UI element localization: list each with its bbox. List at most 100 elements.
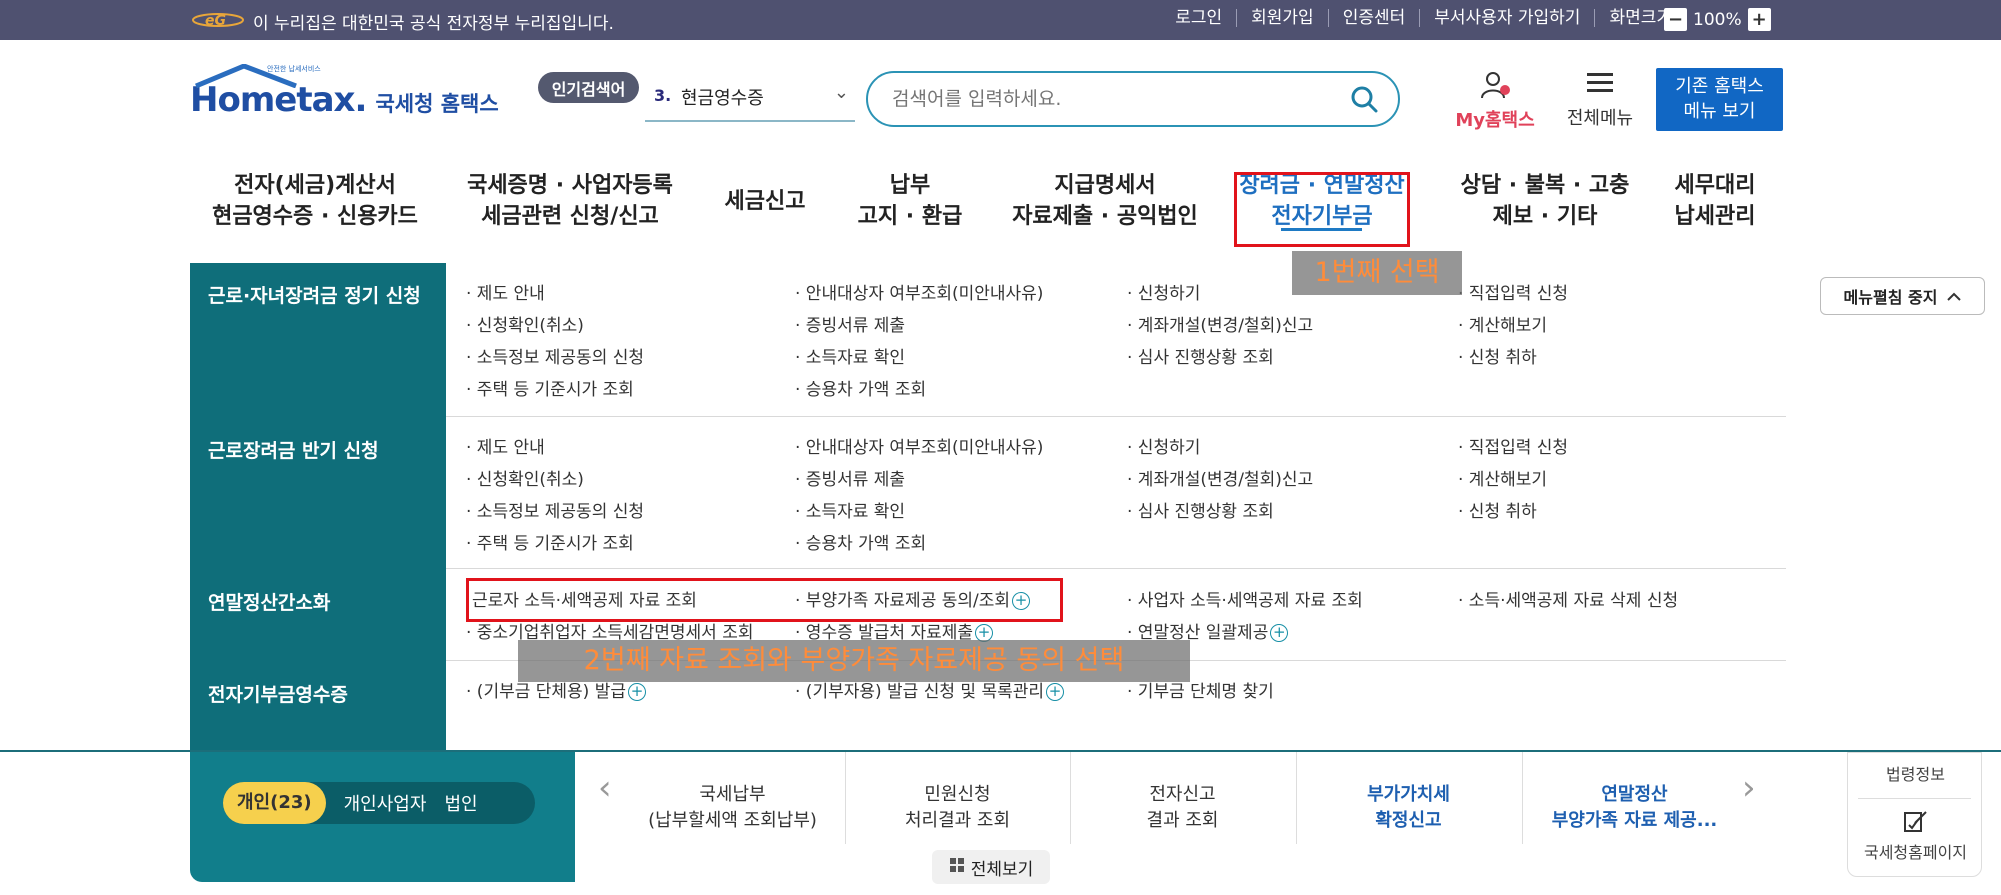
menu-item[interactable]: · 소득정보 제공동의 신청	[466, 343, 644, 368]
user-icon	[1478, 72, 1512, 104]
zoom-out-button[interactable]: −	[1664, 8, 1687, 31]
user-type-toggle: 개인(23) 개인사업자 법인	[223, 782, 535, 824]
grid-icon	[949, 857, 965, 878]
menu-item[interactable]: · 계산해보기	[1458, 311, 1547, 336]
menu-item[interactable]: · 주택 등 기준시가 조회	[466, 529, 634, 554]
menu-item[interactable]: · 소득자료 확인	[795, 343, 905, 368]
nav-agent[interactable]: 세무대리 납세관리	[1660, 170, 1770, 232]
menu-highlight-box	[466, 578, 1063, 622]
section-title: 전자기부금영수증	[208, 684, 348, 706]
mega-menu-sidebar	[190, 263, 446, 751]
section-title: 근로장려금 반기 신청	[208, 440, 379, 462]
nav-statement[interactable]: 지급명세서 자료제출 · 공익법인	[1005, 170, 1205, 232]
menu-item[interactable]: · 증빙서류 제출	[795, 465, 905, 490]
nav-tax-return[interactable]: 세금신고	[710, 186, 820, 217]
search-box	[866, 71, 1400, 127]
menu-item[interactable]: · 제도 안내	[466, 433, 545, 458]
nts-homepage-link[interactable]: 국세청홈페이지	[1848, 839, 1983, 863]
gov-notice: 이 누리집은 대한민국 공식 전자정부 누리집입니다.	[253, 14, 614, 34]
menu-item[interactable]: · 신청 취하	[1458, 497, 1537, 522]
chevron-down-icon: ⌄	[833, 82, 849, 103]
menu-item[interactable]: · 신청확인(취소)	[466, 465, 584, 490]
menu-item[interactable]: · 주택 등 기준시가 조회	[466, 375, 634, 400]
menu-item[interactable]: · 계좌개설(변경/철회)신고	[1127, 465, 1313, 490]
nav-payment[interactable]: 납부 고지 · 환급	[845, 170, 975, 232]
quick-link-yearend[interactable]: 연말정산 부양가족 자료 제공...	[1522, 782, 1747, 834]
legacy-menu-button[interactable]: 기존 홈택스 메뉴 보기	[1656, 68, 1783, 131]
annotation-step-2: 2번째 자료 조회와 부양가족 자료제공 동의 선택	[518, 640, 1190, 682]
menu-item[interactable]: · 신청확인(취소)	[466, 311, 584, 336]
menu-item[interactable]: · 안내대상자 여부조회(미안내사유)	[795, 279, 1043, 304]
eg-logo-icon: eG	[190, 10, 246, 35]
dept-user-signup-link[interactable]: 부서사용자 가입하기	[1419, 9, 1594, 27]
quick-link-payment[interactable]: 국세납부 (납부할세액 조회납부)	[620, 782, 845, 834]
legacy-line-2: 메뉴 보기	[1683, 101, 1756, 122]
legacy-line-1: 기존 홈택스	[1675, 76, 1764, 97]
edit-icon	[1903, 809, 1929, 837]
quick-link-e-filing[interactable]: 전자신고 결과 조회	[1070, 782, 1295, 834]
signup-link[interactable]: 회원가입	[1236, 9, 1328, 27]
popular-search-select[interactable]: 3. 현금영수증 ⌄	[645, 78, 855, 122]
login-link[interactable]: 로그인	[1161, 9, 1236, 27]
menu-item[interactable]: · 증빙서류 제출	[795, 311, 905, 336]
nav-highlight-box	[1234, 172, 1410, 247]
logo-tagline: 국세청 홈택스	[375, 92, 499, 116]
my-hometax-button[interactable]: My홈택스	[1455, 70, 1535, 132]
logo-tax: tax.	[296, 80, 367, 120]
view-all-button[interactable]: 전체보기	[932, 850, 1050, 884]
menu-item[interactable]: · 계산해보기	[1458, 465, 1547, 490]
nav-certificate[interactable]: 국세증명 · 사업자등록 세금관련 신청/신고	[455, 170, 685, 232]
stop-menu-expand-button[interactable]: 메뉴펼침 중지	[1820, 277, 1985, 315]
prev-arrow-icon[interactable]: ‹	[598, 768, 612, 808]
menu-item[interactable]: · 신청 취하	[1458, 343, 1537, 368]
section-title: 연말정산간소화	[208, 592, 331, 614]
segment-corporation[interactable]: 법인	[444, 790, 477, 816]
menu-item[interactable]: · 소득자료 확인	[795, 497, 905, 522]
all-menu-button[interactable]: 전체메뉴	[1560, 70, 1640, 130]
plus-icon[interactable]: +	[1270, 624, 1289, 642]
menu-item[interactable]: · 사업자 소득·세액공제 자료 조회	[1127, 586, 1363, 611]
menu-item[interactable]: · 소득·세액공제 자료 삭제 신청	[1458, 586, 1678, 611]
menu-item[interactable]: · 안내대상자 여부조회(미안내사유)	[795, 433, 1043, 458]
menu-item[interactable]: · 신청하기	[1127, 279, 1200, 304]
nav-e-invoice[interactable]: 전자(세금)계산서 현금영수증 · 신용카드	[205, 170, 425, 232]
quick-link-civil[interactable]: 민원신청 처리결과 조회	[845, 782, 1070, 834]
segment-individual[interactable]: 개인(23)	[223, 782, 326, 824]
stop-menu-label: 메뉴펼침 중지	[1843, 288, 1938, 307]
menu-item[interactable]: · 심사 진행상황 조회	[1127, 343, 1274, 368]
hamburger-icon	[1585, 73, 1615, 100]
menu-item[interactable]: · 계좌개설(변경/철회)신고	[1127, 311, 1313, 336]
popular-rank: 3.	[654, 86, 672, 105]
menu-item[interactable]: · 직접입력 신청	[1458, 279, 1568, 304]
zoom-in-button[interactable]: +	[1747, 8, 1771, 31]
search-input[interactable]	[890, 85, 1330, 113]
nav-consult[interactable]: 상담 · 불복 · 고충 제보 · 기타	[1450, 170, 1640, 232]
cert-center-link[interactable]: 인증센터	[1327, 9, 1420, 27]
menu-item[interactable]: · 직접입력 신청	[1458, 433, 1568, 458]
menu-item[interactable]: · 신청하기	[1127, 433, 1200, 458]
section-title: 근로·자녀장려금 정기 신청	[208, 285, 421, 307]
segment-business[interactable]: 개인사업자	[344, 790, 427, 816]
logo-small-text: 안전한 납세서비스	[267, 65, 321, 73]
plus-icon[interactable]: +	[628, 683, 646, 701]
section-divider	[446, 568, 1786, 569]
popular-term: 현금영수증	[681, 88, 764, 109]
popular-search-badge: 인기검색어	[538, 72, 639, 103]
quick-link-vat[interactable]: 부가가치세 확정신고	[1296, 782, 1521, 834]
menu-item[interactable]: · 승용차 가액 조회	[795, 375, 926, 400]
section-divider	[446, 416, 1786, 417]
plus-icon[interactable]: +	[1046, 683, 1065, 701]
menu-item[interactable]: · 승용차 가액 조회	[795, 529, 926, 554]
search-icon[interactable]	[1350, 85, 1378, 117]
menu-item[interactable]: · 소득정보 제공동의 신청	[466, 497, 644, 522]
menu-item[interactable]: · 심사 진행상황 조회	[1127, 497, 1274, 522]
nav-active-underline	[1281, 228, 1362, 231]
next-arrow-icon[interactable]: ›	[1742, 768, 1756, 808]
menu-item[interactable]: · 제도 안내	[466, 279, 545, 304]
annotation-step-1: 1번째 선택	[1292, 251, 1462, 295]
zoom-value: 100%	[1693, 9, 1742, 30]
all-menu-label: 전체메뉴	[1566, 108, 1634, 129]
law-info-link[interactable]: 법령정보	[1848, 761, 1983, 785]
hometax-logo[interactable]: 안전한 납세서비스 Hometax. 국세청 홈택스	[190, 64, 499, 120]
divider	[1858, 798, 1971, 799]
